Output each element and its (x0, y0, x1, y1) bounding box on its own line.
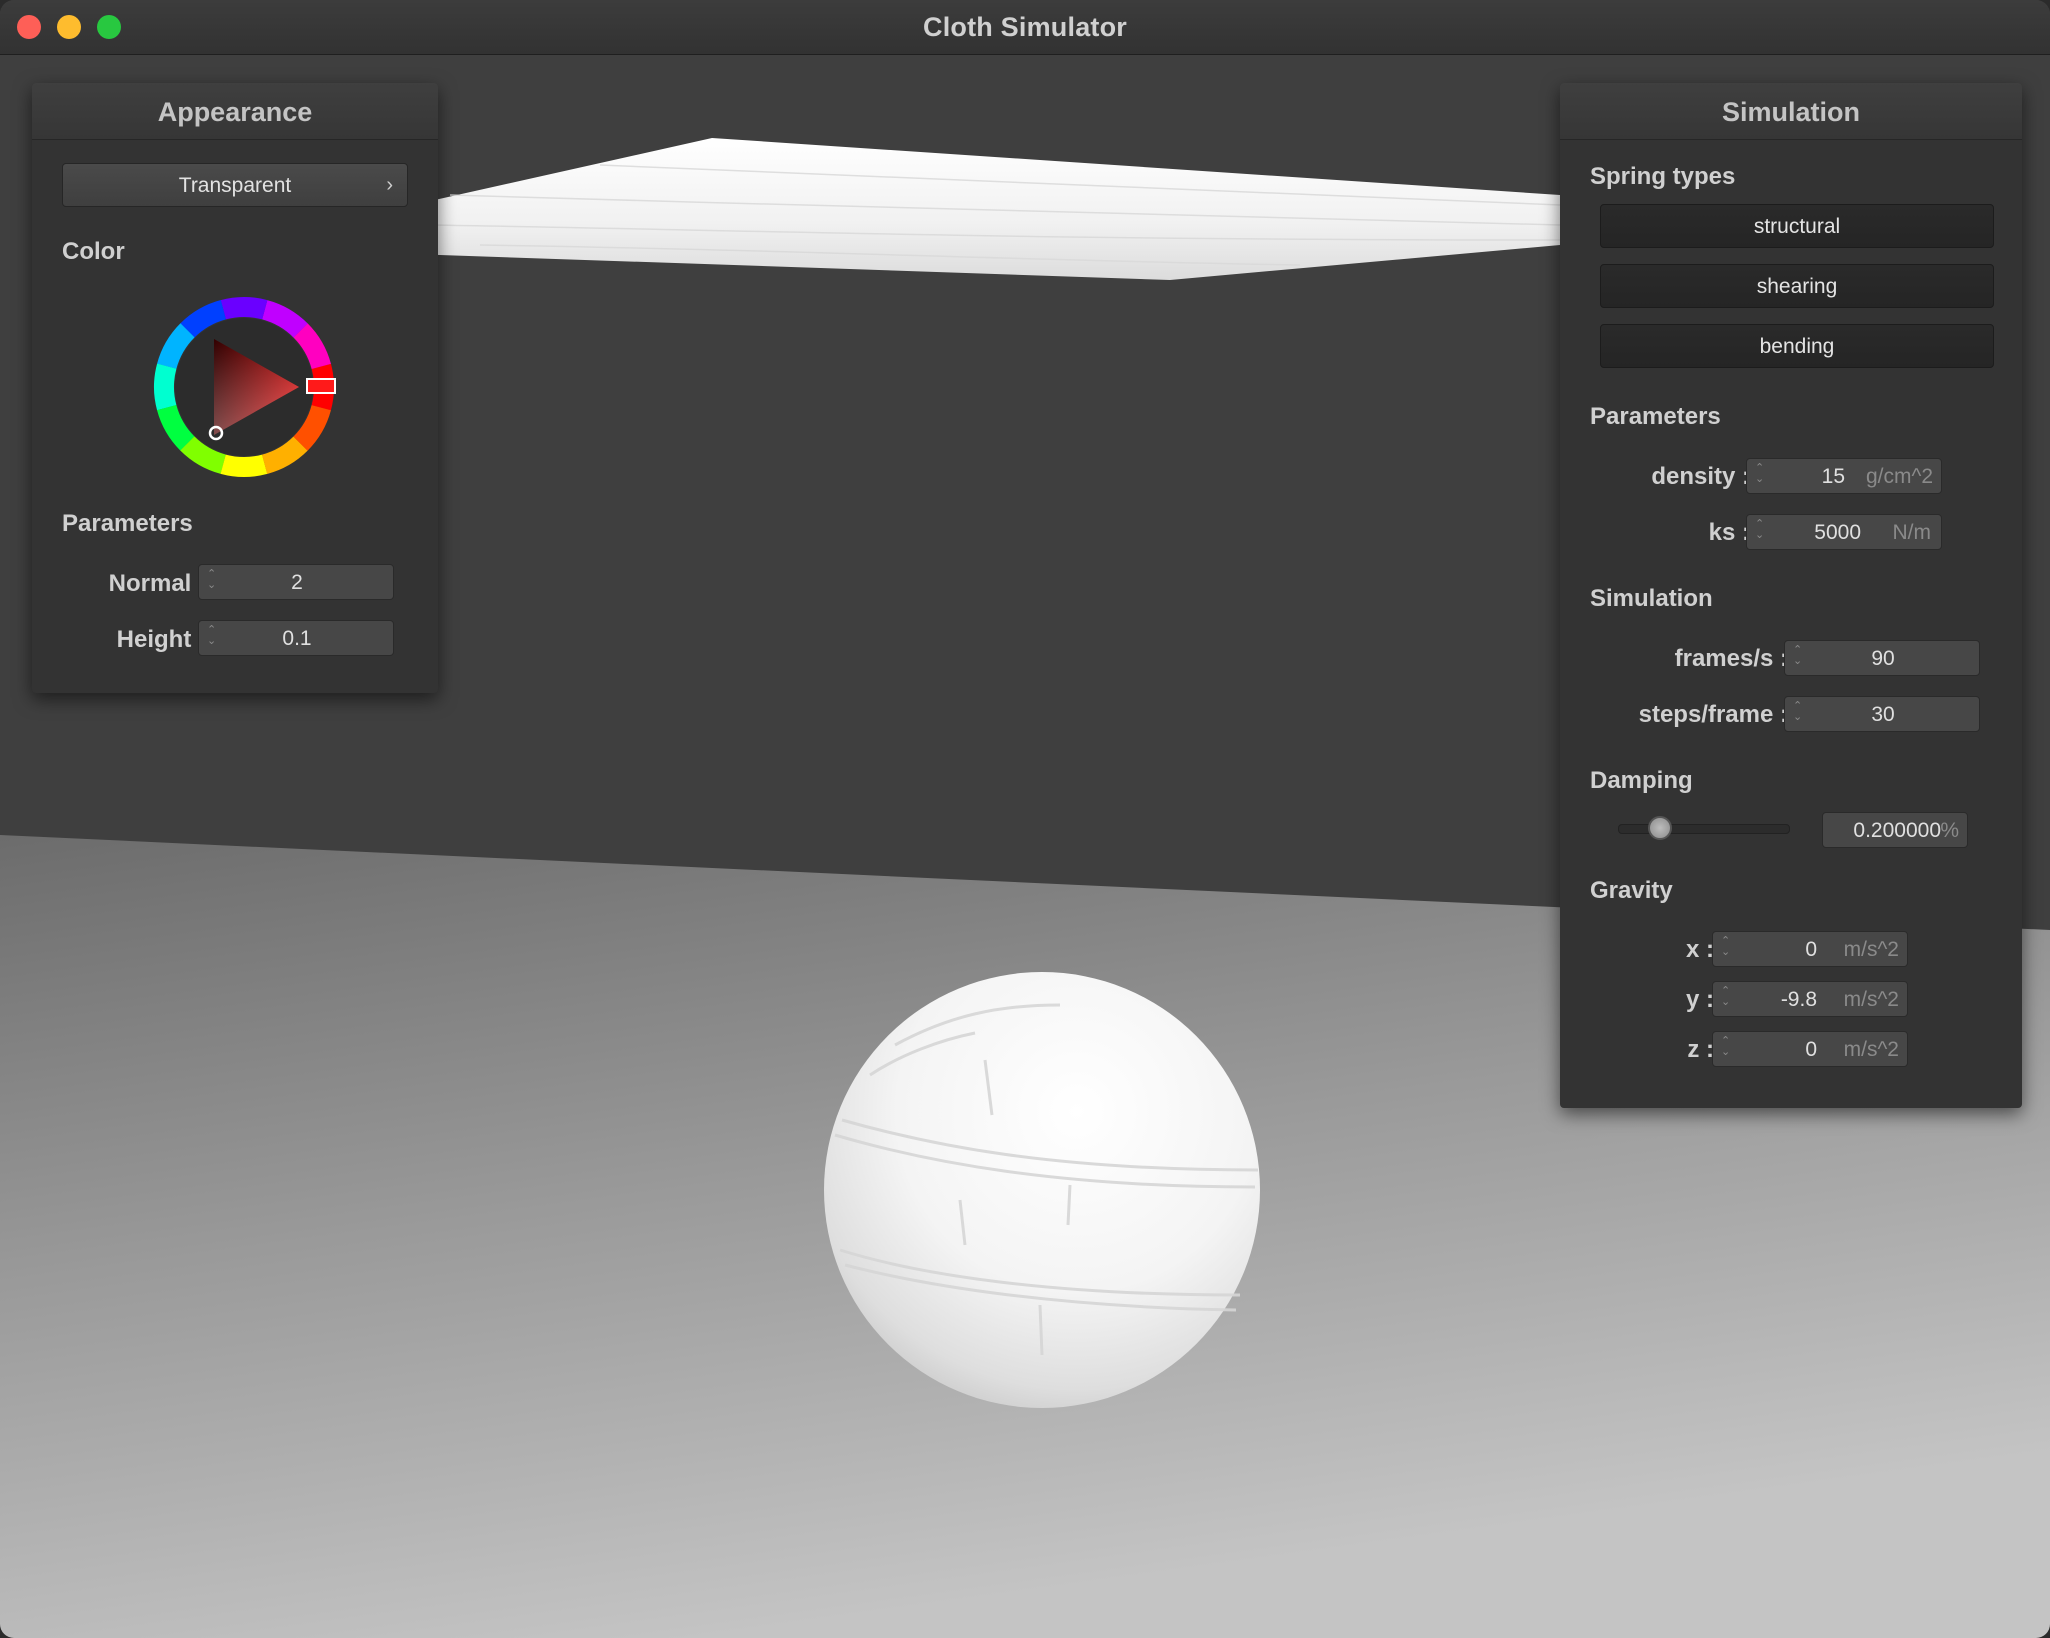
damping-unit: % (1940, 819, 1959, 842)
damping-slider-handle[interactable] (1648, 816, 1672, 840)
gravity-z-label: z : (1687, 1036, 1714, 1063)
steps-value: 30 (1871, 703, 1895, 726)
shader-select-value: Transparent (178, 174, 292, 197)
appearance-panel: Appearance Transparent › Color Parameter… (32, 83, 438, 693)
gravity-y-label: y : (1685, 986, 1714, 1013)
appearance-parameters-label: Parameters (62, 510, 193, 537)
color-wheel[interactable] (144, 287, 344, 487)
gravity-z-value: 0 (1805, 1038, 1817, 1061)
steps-input[interactable]: ⌃ ⌄ 30 (1784, 696, 1980, 732)
height-value: 0.1 (282, 627, 312, 650)
simulation-panel-title: Simulation (1560, 83, 2022, 140)
ks-unit: N/m (1892, 521, 1932, 544)
shader-select[interactable]: Transparent › (62, 163, 408, 207)
damping-value: 0.200000 (1853, 819, 1941, 842)
window-title: Cloth Simulator (923, 12, 1127, 42)
spinner-icon[interactable]: ⌃ ⌄ (1721, 986, 1733, 1012)
normal-input[interactable]: ⌃ ⌄ 2 (198, 564, 394, 600)
gravity-x-value: 0 (1805, 938, 1817, 961)
simulation-panel: Simulation Spring types structural shear… (1560, 83, 2022, 1108)
gravity-y-value: -9.8 (1780, 988, 1817, 1011)
ks-value: 5000 (1814, 521, 1861, 544)
appearance-panel-title: Appearance (32, 83, 438, 140)
height-input[interactable]: ⌃ ⌄ 0.1 (198, 620, 394, 656)
spring-types-label: Spring types (1590, 163, 1736, 190)
spinner-icon[interactable]: ⌃ ⌄ (1721, 936, 1733, 962)
gravity-z-input[interactable]: ⌃ ⌄ 0 m/s^2 (1712, 1031, 1908, 1067)
damping-slider[interactable] (1618, 824, 1790, 834)
spinner-icon[interactable]: ⌃ ⌄ (1721, 1036, 1733, 1062)
gravity-x-label: x : (1685, 936, 1714, 963)
chevron-right-icon: › (386, 174, 393, 196)
normal-value: 2 (291, 571, 303, 594)
structural-button[interactable]: structural (1600, 204, 1994, 248)
hue-handle (306, 378, 336, 394)
simulation-parameters-label: Parameters (1590, 403, 1721, 430)
gravity-y-unit: m/s^2 (1843, 988, 1899, 1011)
gravity-label: Gravity (1590, 877, 1673, 904)
gravity-x-unit: m/s^2 (1843, 938, 1899, 961)
fps-input[interactable]: ⌃ ⌄ 90 (1784, 640, 1980, 676)
gravity-x-input[interactable]: ⌃ ⌄ 0 m/s^2 (1712, 931, 1908, 967)
normal-label: Normal : (108, 570, 206, 597)
ks-input[interactable]: ⌃ ⌄ 5000 N/m (1746, 514, 1942, 550)
steps-label: steps/frame : (1638, 701, 1788, 728)
density-value: 15 (1821, 465, 1845, 488)
spinner-icon[interactable]: ⌃ ⌄ (1755, 463, 1767, 489)
fps-value: 90 (1871, 647, 1895, 670)
density-label: density : (1651, 463, 1750, 490)
shearing-button[interactable]: shearing (1600, 264, 1994, 308)
gravity-z-unit: m/s^2 (1843, 1038, 1899, 1061)
damping-label: Damping (1590, 767, 1693, 794)
height-label: Height : (116, 626, 206, 653)
title-bar: Cloth Simulator (0, 0, 2050, 55)
density-unit: g/cm^2 (1865, 465, 1933, 488)
bending-button[interactable]: bending (1600, 324, 1994, 368)
color-section-label: Color (62, 238, 125, 265)
simulation-section-label: Simulation (1590, 585, 1713, 612)
ks-label: ks : (1708, 519, 1750, 546)
density-input[interactable]: ⌃ ⌄ 15 g/cm^2 (1746, 458, 1942, 494)
fps-label: frames/s : (1674, 645, 1788, 672)
spinner-icon[interactable]: ⌃ ⌄ (1755, 519, 1767, 545)
gravity-y-input[interactable]: ⌃ ⌄ -9.8 m/s^2 (1712, 981, 1908, 1017)
app-window: Cloth Simulator Appearance Transparent ›… (0, 0, 2050, 1638)
damping-input[interactable]: 0.200000 % (1822, 812, 1968, 848)
